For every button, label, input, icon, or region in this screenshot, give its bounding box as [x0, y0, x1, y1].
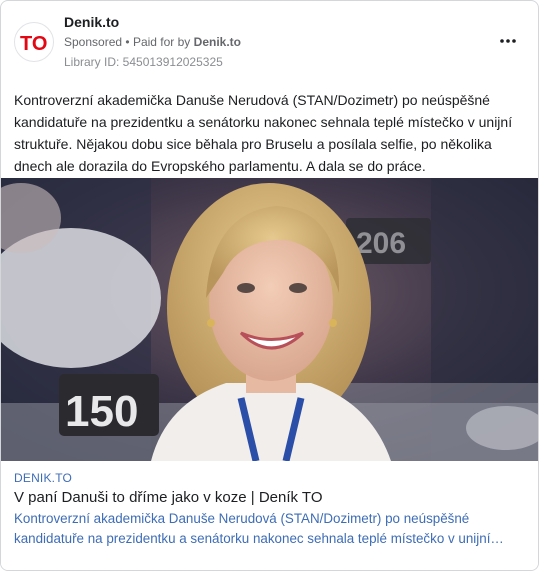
- portrait-photo: 206 150: [1, 178, 538, 461]
- post-body-text: Kontroverzní akademička Danuše Nerudová …: [14, 92, 513, 174]
- library-id: Library ID: 545013912025325: [64, 55, 223, 69]
- more-options-icon: [500, 39, 516, 43]
- sponsor-meta: Sponsored • Paid for by Denik.to: [64, 35, 241, 49]
- page-name[interactable]: Denik.to: [64, 14, 119, 30]
- link-domain[interactable]: DENIK.TO: [14, 471, 72, 485]
- paid-for-by-name: Denik.to: [193, 35, 241, 49]
- svg-text:150: 150: [65, 387, 138, 436]
- more-options-button[interactable]: [496, 29, 520, 53]
- link-preview[interactable]: DENIK.TO V paní Danuši to dříme jako v k…: [1, 461, 538, 570]
- paid-for-by-label: Paid for by: [132, 35, 191, 49]
- sponsored-label: Sponsored: [64, 35, 123, 49]
- ad-image[interactable]: 206 150: [1, 178, 538, 461]
- separator-dot: •: [125, 35, 130, 49]
- denik-logo-icon: TO: [20, 33, 47, 55]
- link-title[interactable]: V paní Danuši to dříme jako v koze | Den…: [14, 489, 323, 506]
- link-description[interactable]: Kontroverzní akademička Danuše Nerudová …: [14, 509, 524, 549]
- ad-card: TO Denik.to Sponsored • Paid for by Deni…: [0, 0, 539, 571]
- svg-text:TO: TO: [20, 33, 47, 55]
- page-logo-avatar[interactable]: TO: [14, 22, 54, 62]
- svg-text:206: 206: [356, 227, 406, 260]
